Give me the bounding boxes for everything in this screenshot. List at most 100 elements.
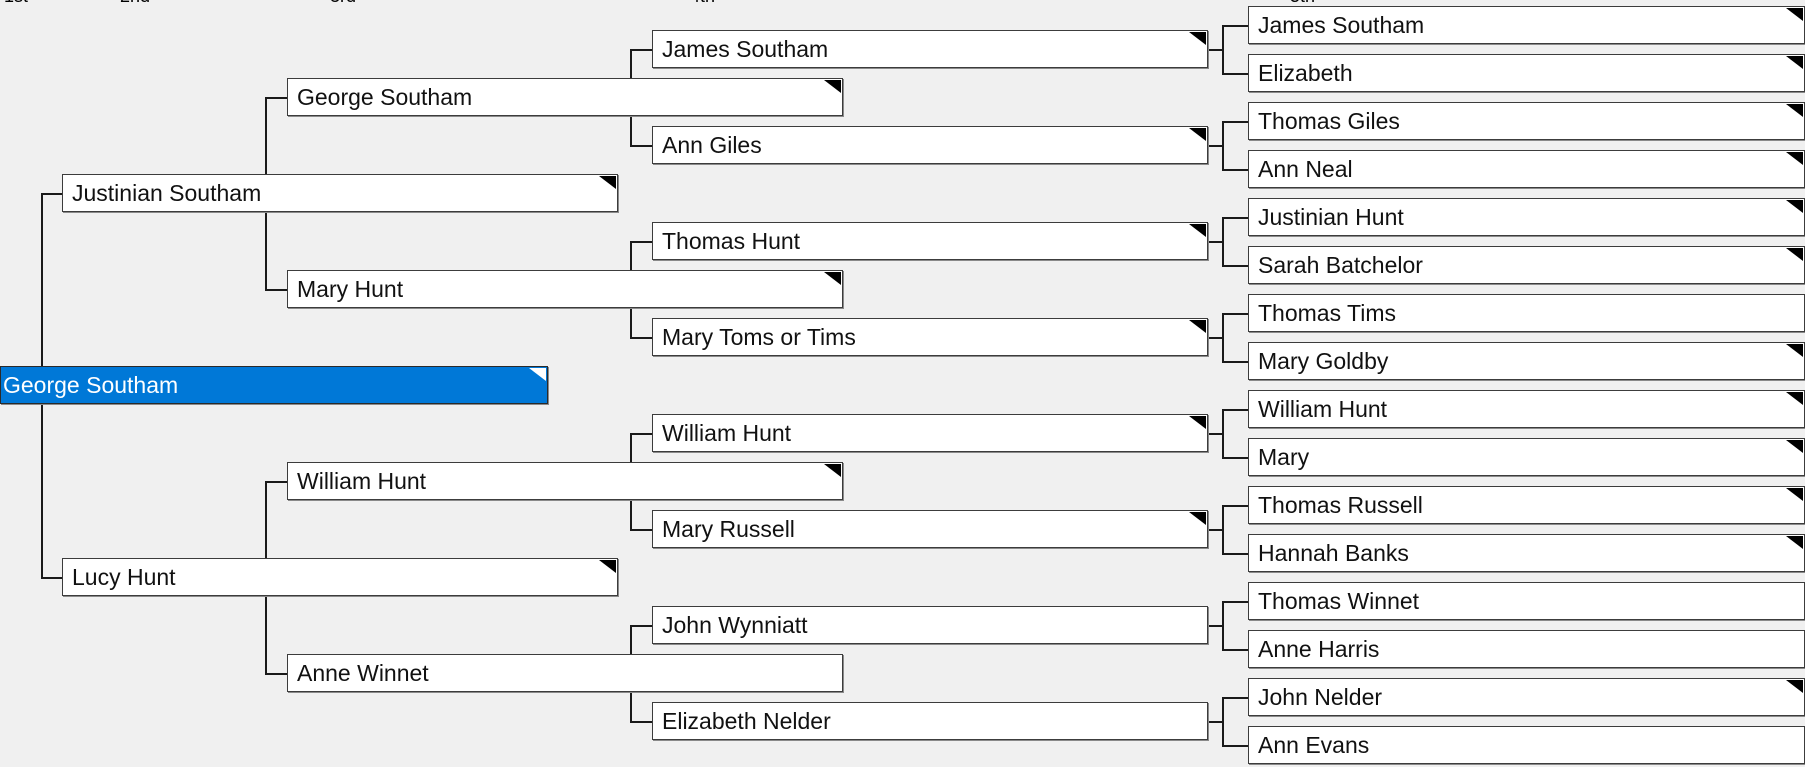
person-name: Thomas Winnet (1258, 588, 1420, 614)
connector-line (1208, 49, 1222, 51)
connector-line (1222, 313, 1248, 315)
more-ancestors-indicator-icon[interactable] (1786, 152, 1803, 165)
more-ancestors-indicator-icon[interactable] (1786, 488, 1803, 501)
generation-header: 5th (1290, 0, 1315, 4)
connector-line (1222, 601, 1224, 651)
person-name: George Southam (297, 84, 473, 110)
person-name: William Hunt (1258, 396, 1388, 422)
person-box[interactable]: Mary (1248, 438, 1805, 476)
person-name: Sarah Batchelor (1258, 252, 1423, 278)
more-ancestors-indicator-icon[interactable] (1786, 344, 1803, 357)
connector-line (1208, 721, 1222, 723)
person-box[interactable]: John Nelder (1248, 678, 1805, 716)
connector-line (1222, 265, 1248, 267)
more-ancestors-indicator-icon[interactable] (1189, 32, 1206, 45)
more-ancestors-indicator-icon[interactable] (599, 176, 616, 189)
more-ancestors-indicator-icon[interactable] (1786, 8, 1803, 21)
connector-line (1222, 553, 1248, 555)
person-box[interactable]: Mary Russell (652, 510, 1208, 548)
person-box[interactable]: Anne Harris (1248, 630, 1805, 668)
connector-line (1222, 73, 1248, 75)
person-name: Anne Winnet (297, 660, 429, 686)
person-box[interactable]: Elizabeth Nelder (652, 702, 1208, 740)
connector-line (630, 145, 652, 147)
generation-header: 3rd (330, 0, 356, 4)
person-box[interactable]: Mary Toms or Tims (652, 318, 1208, 356)
person-box[interactable]: Thomas Hunt (652, 222, 1208, 260)
more-ancestors-indicator-icon[interactable] (599, 560, 616, 573)
person-box[interactable]: Thomas Russell (1248, 486, 1805, 524)
connector-line (1222, 217, 1224, 267)
connector-line (1222, 409, 1224, 459)
connector-line (630, 529, 652, 531)
connector-line (265, 481, 287, 483)
person-box[interactable]: Anne Winnet (287, 654, 843, 692)
person-box[interactable]: Justinian Southam (62, 174, 618, 212)
person-box[interactable]: Ann Evans (1248, 726, 1805, 764)
connector-line (1208, 625, 1222, 627)
connector-line (1208, 337, 1222, 339)
person-box[interactable]: Lucy Hunt (62, 558, 618, 596)
connector-line (1222, 313, 1224, 363)
person-box[interactable]: Thomas Giles (1248, 102, 1805, 140)
connector-line (265, 673, 287, 675)
connector-line (1222, 409, 1248, 411)
person-name: Elizabeth Nelder (662, 708, 831, 734)
more-ancestors-indicator-icon[interactable] (1786, 440, 1803, 453)
person-name: Mary Hunt (297, 276, 404, 302)
person-box[interactable]: Thomas Winnet (1248, 582, 1805, 620)
person-box[interactable]: Mary Goldby (1248, 342, 1805, 380)
more-ancestors-indicator-icon[interactable] (1786, 536, 1803, 549)
more-ancestors-indicator-icon[interactable] (1786, 200, 1803, 213)
more-ancestors-indicator-icon[interactable] (1786, 248, 1803, 261)
more-ancestors-indicator-icon[interactable] (1786, 56, 1803, 69)
more-ancestors-indicator-icon[interactable] (1786, 104, 1803, 117)
person-box[interactable]: William Hunt (652, 414, 1208, 452)
person-name: William Hunt (662, 420, 792, 446)
person-name: Thomas Hunt (662, 228, 801, 254)
person-name: William Hunt (297, 468, 427, 494)
more-ancestors-indicator-icon[interactable] (529, 368, 546, 381)
person-name: Ann Neal (1258, 156, 1353, 182)
connector-line (1222, 697, 1224, 747)
more-ancestors-indicator-icon[interactable] (1786, 392, 1803, 405)
person-box[interactable]: John Wynniatt (652, 606, 1208, 644)
connector-line (1222, 361, 1248, 363)
more-ancestors-indicator-icon[interactable] (824, 80, 841, 93)
person-box[interactable]: Mary Hunt (287, 270, 843, 308)
generation-header: 2nd (120, 0, 150, 4)
connector-line (1222, 121, 1224, 171)
selected-person-box[interactable]: George Southam (0, 366, 548, 404)
person-box[interactable]: Hannah Banks (1248, 534, 1805, 572)
person-box[interactable]: Ann Giles (652, 126, 1208, 164)
connector-line (1222, 745, 1248, 747)
person-box[interactable]: Elizabeth (1248, 54, 1805, 92)
connector-line (1208, 433, 1222, 435)
person-box[interactable]: James Southam (652, 30, 1208, 68)
person-box[interactable]: George Southam (287, 78, 843, 116)
person-box[interactable]: Ann Neal (1248, 150, 1805, 188)
person-name: Justinian Southam (72, 180, 262, 206)
more-ancestors-indicator-icon[interactable] (1189, 416, 1206, 429)
person-name: Elizabeth (1258, 60, 1353, 86)
person-name: Ann Evans (1258, 732, 1370, 758)
connector-line (1222, 649, 1248, 651)
more-ancestors-indicator-icon[interactable] (1189, 512, 1206, 525)
more-ancestors-indicator-icon[interactable] (1786, 680, 1803, 693)
person-name: John Nelder (1258, 684, 1383, 710)
person-box[interactable]: Justinian Hunt (1248, 198, 1805, 236)
person-name: Ann Giles (662, 132, 762, 158)
person-box[interactable]: Sarah Batchelor (1248, 246, 1805, 284)
connector-line (1222, 457, 1248, 459)
connector-line (1208, 529, 1222, 531)
person-name: Mary (1258, 444, 1310, 470)
more-ancestors-indicator-icon[interactable] (1189, 224, 1206, 237)
person-box[interactable]: Thomas Tims (1248, 294, 1805, 332)
person-box[interactable]: William Hunt (1248, 390, 1805, 428)
more-ancestors-indicator-icon[interactable] (1189, 128, 1206, 141)
person-box[interactable]: James Southam (1248, 6, 1805, 44)
more-ancestors-indicator-icon[interactable] (1189, 320, 1206, 333)
more-ancestors-indicator-icon[interactable] (824, 272, 841, 285)
person-box[interactable]: William Hunt (287, 462, 843, 500)
more-ancestors-indicator-icon[interactable] (824, 464, 841, 477)
